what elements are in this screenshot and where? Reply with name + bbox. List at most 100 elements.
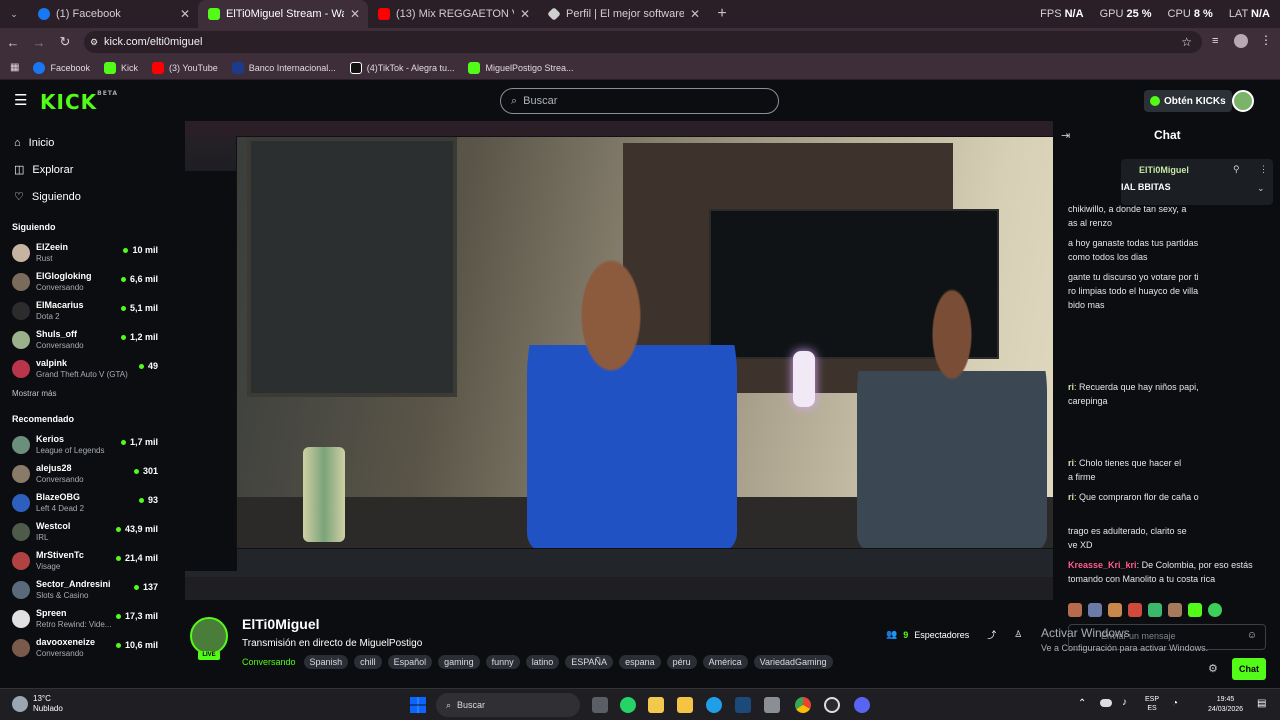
recommended-channel[interactable]: Sector_Andresini Slots & Casino 137 [0,575,168,604]
emote-icon[interactable] [1188,603,1202,617]
emoji-icon[interactable]: ☺ [1247,630,1257,641]
emote-icon[interactable] [1068,603,1082,617]
sidebar-item-siguiendo[interactable]: ♡ Siguiendo [0,183,168,210]
collapse-chat-icon[interactable]: ⇥ [1061,129,1070,142]
tab-search-chevron-icon[interactable]: ⌄ [0,9,28,20]
emote-icon[interactable] [1108,603,1122,617]
close-icon[interactable]: ✕ [350,7,360,21]
obs-icon[interactable] [824,697,840,713]
kebab-menu-icon[interactable]: ⋮ [1259,164,1268,175]
recommended-channel[interactable]: Spreen Retro Rewind: Vide... 17,3 mil [0,604,168,633]
user-plus-icon[interactable]: ♙ [1014,629,1022,640]
tab-kick[interactable]: ElTi0Miguel Stream - Watch Live ✕ [198,0,368,28]
chrome-icon[interactable] [795,697,811,713]
menu-icon[interactable]: ⋮ [1260,33,1272,47]
close-icon[interactable]: ✕ [520,7,530,21]
emote-icon[interactable] [1208,603,1222,617]
stream-tag[interactable]: VariedadGaming [753,655,833,669]
whatsapp-icon[interactable] [620,697,636,713]
network-volume-icon[interactable]: ◔ [1172,698,1178,709]
profile-avatar[interactable] [1234,34,1248,48]
search-input[interactable]: ⌕ Buscar [500,88,779,114]
store-icon[interactable] [764,697,780,713]
bookmark-facebook[interactable]: Facebook [33,61,90,74]
bookmark-kick[interactable]: Kick [103,61,138,74]
recommended-channel[interactable]: davooxeneize Conversando 10,6 mil [0,633,168,662]
emote-icon[interactable] [1128,603,1142,617]
following-channel[interactable]: ElMacarius Dota 2 5,1 mil [0,296,168,325]
tray-chevron-up-icon[interactable]: ⌃ [1078,698,1086,709]
onedrive-icon[interactable] [1100,699,1112,707]
kick-logo[interactable]: KICKBETA [40,90,118,114]
bookmark-star-icon[interactable]: ☆ [1181,35,1192,49]
emote-icon[interactable] [1148,603,1162,617]
share-icon[interactable]: ⤴ [987,628,996,641]
following-channel[interactable]: Shuls_off Conversando 1,2 mil [0,325,168,354]
start-button-icon[interactable] [410,697,426,713]
bookmark-youtube[interactable]: (3) YouTube [152,61,218,74]
streamer-avatar[interactable] [190,617,228,655]
recommended-channel[interactable]: MrStivenTc Visage 21,4 mil [0,546,168,575]
following-channel[interactable]: ElZeein Rust 10 mil [0,238,168,267]
tab-perfil[interactable]: Perfil | El mejor software para p... ✕ [538,0,708,28]
edge-icon[interactable] [706,697,722,713]
emote-icon[interactable] [1168,603,1182,617]
weather-widget[interactable]: 13°C Nublado [33,694,63,714]
back-icon[interactable]: ← [0,35,26,50]
stream-tag[interactable]: funny [485,655,520,669]
stream-tag[interactable]: América [702,655,748,669]
sidebar-item-explorar[interactable]: ◫ Explorar [0,156,168,183]
file-explorer-icon[interactable] [677,697,693,713]
close-icon[interactable]: ✕ [180,7,190,21]
stream-tag[interactable]: latino [525,655,560,669]
bookmark-bank[interactable]: Banco Internacional... [231,61,336,74]
show-more-button[interactable]: Mostrar más [0,383,168,402]
url-field[interactable]: ⚙ kick.com/elti0miguel ☆ [84,31,1202,53]
site-info-icon[interactable]: ⚙ [90,37,98,48]
tab-youtube[interactable]: (13) Mix REGGAETON VIEJO (CUMBIA... ✕ [368,0,538,28]
forward-icon[interactable]: → [26,35,52,50]
chevron-down-icon[interactable]: ⌄ [1257,183,1265,194]
following-channel[interactable]: ElGlogloking Conversando 6,6 mil [0,267,168,296]
following-channel[interactable]: valpink Grand Theft Auto V (GTA) 49 [0,354,168,383]
apps-grid-icon[interactable]: ▦ [10,62,19,73]
emote-icon[interactable] [1088,603,1102,617]
bookmark-miguelpostigo[interactable]: MiguelPostigo Strea... [468,61,574,74]
stream-tag[interactable]: gaming [438,655,480,669]
taskbar-search[interactable]: ⌕ Buscar [436,693,580,717]
taskbar-clock[interactable]: 19:45 24/03/2026 [1208,695,1243,715]
streamer-name[interactable]: ElTi0Miguel [242,616,320,632]
stream-tag[interactable]: chill [354,655,382,669]
close-icon[interactable]: ✕ [690,7,700,21]
mic-icon[interactable]: ♪ [1122,697,1127,708]
recommended-channel[interactable]: BlazeOBG Left 4 Dead 2 93 [0,488,168,517]
chat-username[interactable]: Kreasse_Kri_kri [1068,560,1137,570]
new-tab-button[interactable]: + [708,5,736,23]
recommended-channel[interactable]: Westcol IRL 43,9 mil [0,517,168,546]
notification-icon[interactable]: ▤ [1257,698,1266,709]
extensions-icon[interactable]: ≡ [1212,35,1218,47]
pinned-message[interactable]: ElTi0Miguel ⚲ ⋮ IAL BBITAS ⌄ [1121,159,1273,205]
stream-category[interactable]: Conversando [242,657,296,667]
stream-tag[interactable]: Español [387,655,433,669]
recommended-channel[interactable]: alejus28 Conversando 301 [0,459,168,488]
steam-icon[interactable] [735,697,751,713]
stream-tag[interactable]: péru [666,655,697,669]
sidebar-item-inicio[interactable]: ⌂ Inicio [0,129,168,156]
chat-send-button[interactable]: Chat [1232,658,1266,680]
task-view-icon[interactable] [592,697,608,713]
reload-icon[interactable]: ↻ [52,34,78,50]
pin-icon[interactable]: ⚲ [1233,164,1240,175]
tab-facebook[interactable]: (1) Facebook ✕ [28,0,198,28]
language-indicator[interactable]: ESP ES [1145,695,1159,713]
recommended-channel[interactable]: Kerios League of Legends 1,7 mil [0,430,168,459]
stream-tag[interactable]: ESPAÑA [565,655,614,669]
get-kicks-button[interactable]: Obtén KICKs [1144,90,1232,112]
stream-tag[interactable]: espana [619,655,661,669]
discord-icon[interactable] [854,697,870,713]
chat-settings-gear-icon[interactable]: ⚙ [1208,662,1218,675]
bookmark-tiktok[interactable]: (4)TikTok - Alegra tu... [349,61,454,74]
stream-tag[interactable]: Spanish [303,655,349,669]
weather-icon[interactable] [12,696,28,712]
user-avatar[interactable] [1232,90,1254,112]
